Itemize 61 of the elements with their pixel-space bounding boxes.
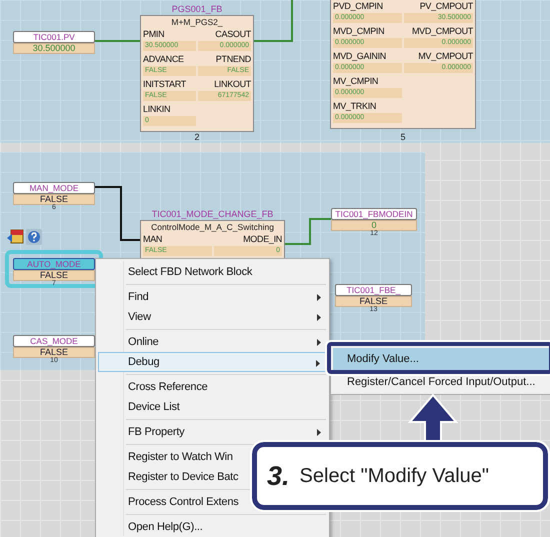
input-pin-label: INITSTART	[143, 78, 187, 91]
block-number: 2	[193, 132, 200, 142]
step-number: 3.	[267, 460, 290, 492]
input-pin-label: MAN	[143, 233, 164, 246]
variable-name[interactable]: TIC001_FBMODEIN	[331, 208, 417, 220]
input-pin-label: MVD_CMPIN	[333, 25, 386, 38]
output-pin-label: CASOUT	[214, 28, 251, 41]
input-pin-label: LINKIN	[143, 103, 172, 116]
submenu-arrow-icon	[317, 314, 321, 321]
input-pin-label: PVD_CMPIN	[333, 0, 384, 13]
variable-value: FALSE	[13, 194, 95, 205]
wire	[285, 218, 331, 245]
callout-text: Select "Modify Value"	[300, 464, 490, 488]
variable-value: 0	[331, 220, 417, 231]
menu-item[interactable]: Open Help(G)...	[98, 517, 205, 537]
output-pin-label: PTNEND	[214, 53, 251, 66]
menu-item[interactable]: Debug	[98, 352, 327, 372]
variable-value: FALSE	[13, 347, 95, 358]
submenu-arrow-icon	[317, 339, 321, 346]
wire	[254, 0, 293, 42]
menu-item[interactable]: Register to Device Batc	[98, 467, 240, 487]
block-instance-name: TIC001_MODE_CHANGE_FB	[150, 209, 274, 219]
menu-item[interactable]: Device List	[98, 397, 182, 417]
block-instance-name: PGS001_FB	[170, 4, 224, 14]
variable-name[interactable]: CAS_MODE	[13, 335, 95, 347]
submenu-arrow-icon	[317, 429, 321, 436]
menu-item[interactable]: Online	[98, 332, 327, 352]
input-pin-label: MVD_GAININ	[333, 50, 388, 63]
submenu-arrow-icon	[317, 294, 321, 301]
library-icon[interactable]	[6, 229, 24, 245]
variable-value: FALSE	[335, 296, 412, 307]
input-pin-label: ADVANCE	[143, 53, 185, 66]
variable-name[interactable]: MAN_MODE	[13, 182, 95, 194]
menu-item[interactable]: Cross Reference	[98, 377, 210, 397]
input-pin-label: MV_CMPIN	[333, 75, 380, 88]
wire	[95, 40, 140, 42]
menu-item[interactable]: Register to Watch Win	[98, 447, 235, 467]
block-number: 5	[399, 132, 406, 142]
output-pin-label: MVD_CMPOUT	[410, 25, 473, 38]
menu-item[interactable]: Process Control Extens	[98, 492, 241, 512]
menu-item[interactable]: Register/Cancel Forced Input/Output...	[333, 372, 549, 393]
variable-name[interactable]: TIC001.PV	[13, 31, 95, 43]
output-pin-label: MODE_IN	[242, 233, 282, 246]
variable-value: FALSE	[13, 270, 95, 281]
menu-item[interactable]: View	[98, 307, 327, 327]
output-pin-label: PV_CMPOUT	[418, 0, 473, 13]
output-pin-label: MV_CMPOUT	[417, 50, 473, 63]
help-icon[interactable]	[26, 229, 42, 245]
variable-name[interactable]: TIC001_FBE_	[335, 284, 412, 296]
menu-item[interactable]: Find	[98, 287, 327, 307]
variable-value: 30.500000	[13, 43, 95, 54]
output-pin-label: LINKOUT	[213, 78, 251, 91]
block-type: M+M_PGS2_	[170, 17, 224, 28]
submenu-arrow-icon	[316, 360, 320, 367]
menu-item[interactable]: Modify Value...	[333, 348, 549, 370]
block-type: ControlMode_M_A_C_Switching	[150, 222, 275, 233]
wire	[95, 186, 140, 241]
input-pin-label: MV_TRKIN	[333, 100, 378, 113]
menu-item[interactable]: FB Property	[98, 422, 327, 442]
input-pin-label: PMIN	[143, 28, 166, 41]
menu-item[interactable]: Select FBD Network Block	[98, 262, 254, 282]
